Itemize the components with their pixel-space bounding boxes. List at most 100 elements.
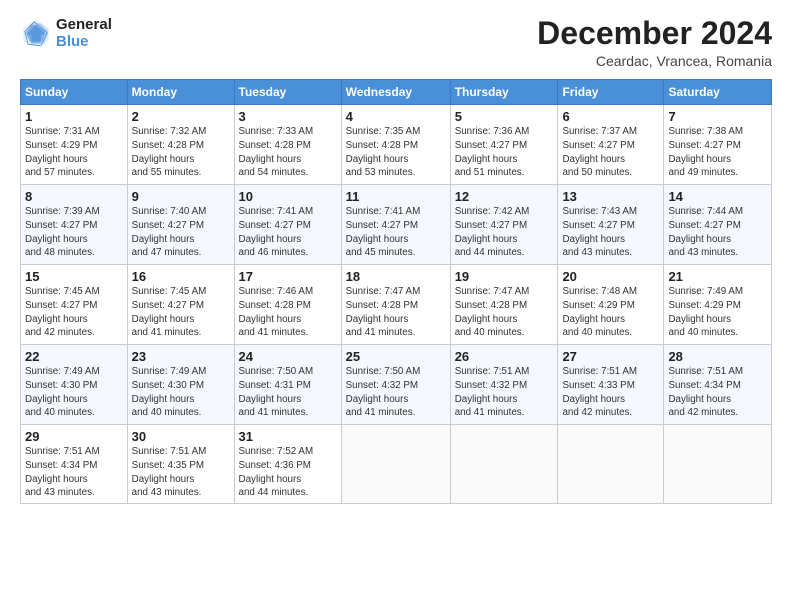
calendar-cell: 10 Sunrise: 7:41 AMSunset: 4:27 PMDaylig… xyxy=(234,185,341,265)
day-number: 12 xyxy=(455,189,554,204)
day-info: Sunrise: 7:46 AMSunset: 4:28 PMDaylight … xyxy=(239,286,314,338)
day-number: 30 xyxy=(132,429,230,444)
day-number: 17 xyxy=(239,269,337,284)
day-number: 9 xyxy=(132,189,230,204)
calendar-cell: 27 Sunrise: 7:51 AMSunset: 4:33 PMDaylig… xyxy=(558,345,664,425)
day-number: 27 xyxy=(562,349,659,364)
calendar-cell: 16 Sunrise: 7:45 AMSunset: 4:27 PMDaylig… xyxy=(127,265,234,345)
day-info: Sunrise: 7:45 AMSunset: 4:27 PMDaylight … xyxy=(25,286,100,338)
day-info: Sunrise: 7:49 AMSunset: 4:30 PMDaylight … xyxy=(132,366,207,418)
day-number: 28 xyxy=(668,349,767,364)
title-block: December 2024 Ceardac, Vrancea, Romania xyxy=(537,16,772,69)
day-number: 5 xyxy=(455,109,554,124)
calendar-cell: 14 Sunrise: 7:44 AMSunset: 4:27 PMDaylig… xyxy=(664,185,772,265)
day-info: Sunrise: 7:43 AMSunset: 4:27 PMDaylight … xyxy=(562,206,637,258)
day-number: 21 xyxy=(668,269,767,284)
calendar-cell xyxy=(558,425,664,504)
dow-header: Thursday xyxy=(450,80,558,105)
dow-header: Tuesday xyxy=(234,80,341,105)
calendar-cell: 8 Sunrise: 7:39 AMSunset: 4:27 PMDayligh… xyxy=(21,185,128,265)
calendar-cell: 31 Sunrise: 7:52 AMSunset: 4:36 PMDaylig… xyxy=(234,425,341,504)
day-info: Sunrise: 7:51 AMSunset: 4:32 PMDaylight … xyxy=(455,366,530,418)
day-number: 24 xyxy=(239,349,337,364)
day-number: 4 xyxy=(346,109,446,124)
day-number: 8 xyxy=(25,189,123,204)
dow-header: Monday xyxy=(127,80,234,105)
logo-icon xyxy=(20,17,52,49)
logo-text: General Blue xyxy=(56,16,112,51)
day-info: Sunrise: 7:37 AMSunset: 4:27 PMDaylight … xyxy=(562,126,637,178)
day-info: Sunrise: 7:41 AMSunset: 4:27 PMDaylight … xyxy=(239,206,314,258)
day-number: 14 xyxy=(668,189,767,204)
calendar-cell: 17 Sunrise: 7:46 AMSunset: 4:28 PMDaylig… xyxy=(234,265,341,345)
day-number: 10 xyxy=(239,189,337,204)
calendar-cell: 6 Sunrise: 7:37 AMSunset: 4:27 PMDayligh… xyxy=(558,105,664,185)
day-number: 13 xyxy=(562,189,659,204)
calendar-cell: 4 Sunrise: 7:35 AMSunset: 4:28 PMDayligh… xyxy=(341,105,450,185)
day-number: 1 xyxy=(25,109,123,124)
day-info: Sunrise: 7:50 AMSunset: 4:32 PMDaylight … xyxy=(346,366,421,418)
calendar-cell: 30 Sunrise: 7:51 AMSunset: 4:35 PMDaylig… xyxy=(127,425,234,504)
calendar-cell: 13 Sunrise: 7:43 AMSunset: 4:27 PMDaylig… xyxy=(558,185,664,265)
day-info: Sunrise: 7:39 AMSunset: 4:27 PMDaylight … xyxy=(25,206,100,258)
day-info: Sunrise: 7:38 AMSunset: 4:27 PMDaylight … xyxy=(668,126,743,178)
calendar-cell: 29 Sunrise: 7:51 AMSunset: 4:34 PMDaylig… xyxy=(21,425,128,504)
calendar-cell: 7 Sunrise: 7:38 AMSunset: 4:27 PMDayligh… xyxy=(664,105,772,185)
day-info: Sunrise: 7:35 AMSunset: 4:28 PMDaylight … xyxy=(346,126,421,178)
day-number: 22 xyxy=(25,349,123,364)
day-info: Sunrise: 7:51 AMSunset: 4:34 PMDaylight … xyxy=(25,446,100,498)
day-info: Sunrise: 7:47 AMSunset: 4:28 PMDaylight … xyxy=(346,286,421,338)
calendar-cell: 2 Sunrise: 7:32 AMSunset: 4:28 PMDayligh… xyxy=(127,105,234,185)
day-number: 19 xyxy=(455,269,554,284)
day-info: Sunrise: 7:51 AMSunset: 4:35 PMDaylight … xyxy=(132,446,207,498)
day-number: 29 xyxy=(25,429,123,444)
dow-header: Sunday xyxy=(21,80,128,105)
header: General Blue December 2024 Ceardac, Vran… xyxy=(20,16,772,69)
calendar-cell xyxy=(450,425,558,504)
calendar-cell: 12 Sunrise: 7:42 AMSunset: 4:27 PMDaylig… xyxy=(450,185,558,265)
day-number: 7 xyxy=(668,109,767,124)
day-info: Sunrise: 7:32 AMSunset: 4:28 PMDaylight … xyxy=(132,126,207,178)
day-info: Sunrise: 7:51 AMSunset: 4:33 PMDaylight … xyxy=(562,366,637,418)
day-info: Sunrise: 7:50 AMSunset: 4:31 PMDaylight … xyxy=(239,366,314,418)
day-info: Sunrise: 7:47 AMSunset: 4:28 PMDaylight … xyxy=(455,286,530,338)
calendar-cell: 23 Sunrise: 7:49 AMSunset: 4:30 PMDaylig… xyxy=(127,345,234,425)
dow-header: Wednesday xyxy=(341,80,450,105)
day-info: Sunrise: 7:51 AMSunset: 4:34 PMDaylight … xyxy=(668,366,743,418)
location: Ceardac, Vrancea, Romania xyxy=(537,53,772,69)
calendar-cell: 28 Sunrise: 7:51 AMSunset: 4:34 PMDaylig… xyxy=(664,345,772,425)
day-number: 31 xyxy=(239,429,337,444)
day-number: 23 xyxy=(132,349,230,364)
day-number: 11 xyxy=(346,189,446,204)
day-info: Sunrise: 7:31 AMSunset: 4:29 PMDaylight … xyxy=(25,126,100,178)
calendar-cell: 20 Sunrise: 7:48 AMSunset: 4:29 PMDaylig… xyxy=(558,265,664,345)
calendar-cell: 11 Sunrise: 7:41 AMSunset: 4:27 PMDaylig… xyxy=(341,185,450,265)
calendar-cell: 19 Sunrise: 7:47 AMSunset: 4:28 PMDaylig… xyxy=(450,265,558,345)
page: General Blue December 2024 Ceardac, Vran… xyxy=(0,0,792,612)
day-info: Sunrise: 7:40 AMSunset: 4:27 PMDaylight … xyxy=(132,206,207,258)
day-info: Sunrise: 7:49 AMSunset: 4:29 PMDaylight … xyxy=(668,286,743,338)
dow-header: Friday xyxy=(558,80,664,105)
day-info: Sunrise: 7:41 AMSunset: 4:27 PMDaylight … xyxy=(346,206,421,258)
day-number: 2 xyxy=(132,109,230,124)
day-number: 25 xyxy=(346,349,446,364)
calendar-cell xyxy=(341,425,450,504)
day-info: Sunrise: 7:52 AMSunset: 4:36 PMDaylight … xyxy=(239,446,314,498)
day-number: 20 xyxy=(562,269,659,284)
day-info: Sunrise: 7:42 AMSunset: 4:27 PMDaylight … xyxy=(455,206,530,258)
day-info: Sunrise: 7:49 AMSunset: 4:30 PMDaylight … xyxy=(25,366,100,418)
calendar-cell: 25 Sunrise: 7:50 AMSunset: 4:32 PMDaylig… xyxy=(341,345,450,425)
day-number: 15 xyxy=(25,269,123,284)
month-title: December 2024 xyxy=(537,16,772,51)
day-number: 26 xyxy=(455,349,554,364)
day-info: Sunrise: 7:48 AMSunset: 4:29 PMDaylight … xyxy=(562,286,637,338)
calendar-cell: 22 Sunrise: 7:49 AMSunset: 4:30 PMDaylig… xyxy=(21,345,128,425)
day-info: Sunrise: 7:44 AMSunset: 4:27 PMDaylight … xyxy=(668,206,743,258)
calendar-cell: 1 Sunrise: 7:31 AMSunset: 4:29 PMDayligh… xyxy=(21,105,128,185)
calendar-cell xyxy=(664,425,772,504)
day-number: 16 xyxy=(132,269,230,284)
calendar-cell: 5 Sunrise: 7:36 AMSunset: 4:27 PMDayligh… xyxy=(450,105,558,185)
calendar-cell: 15 Sunrise: 7:45 AMSunset: 4:27 PMDaylig… xyxy=(21,265,128,345)
day-number: 6 xyxy=(562,109,659,124)
calendar-cell: 3 Sunrise: 7:33 AMSunset: 4:28 PMDayligh… xyxy=(234,105,341,185)
